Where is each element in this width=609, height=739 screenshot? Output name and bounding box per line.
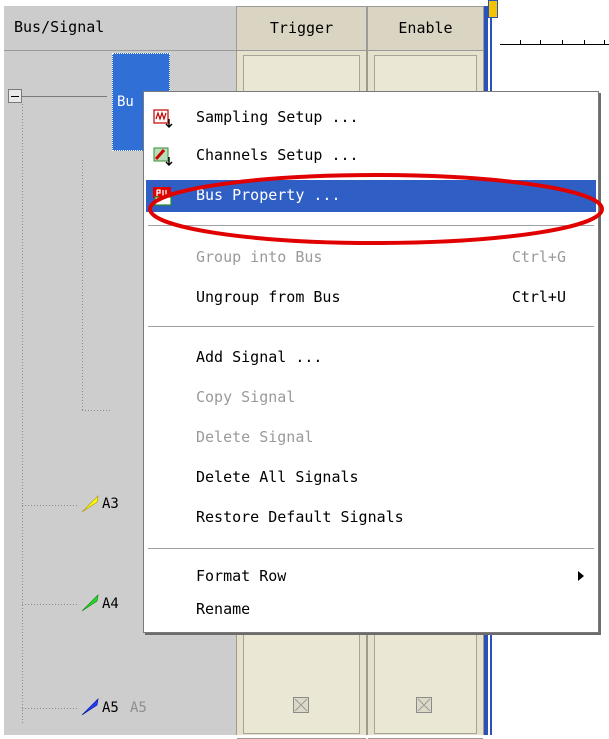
tree-guide-line bbox=[82, 160, 83, 410]
menu-separator bbox=[148, 225, 594, 229]
menu-item-restore-default-signals[interactable]: Restore Default Signals bbox=[146, 502, 596, 534]
menu-item-delete-all-signals[interactable]: Delete All Signals bbox=[146, 462, 596, 494]
bus-signal-column-header[interactable]: Bus/Signal bbox=[4, 6, 236, 51]
menu-item-add-signal[interactable]: Add Signal ... bbox=[146, 342, 596, 374]
probe-icon bbox=[81, 494, 99, 513]
signal-row-a4[interactable] bbox=[80, 593, 100, 617]
trigger-header-label: Trigger bbox=[269, 19, 334, 37]
menu-item-label: Channels Setup ... bbox=[196, 146, 359, 164]
tree-guide-line bbox=[82, 410, 112, 411]
menu-item-label: Rename bbox=[196, 600, 251, 618]
sampling-icon bbox=[153, 109, 173, 128]
menu-item-bus-property[interactable]: Bus Property ... bbox=[146, 180, 596, 212]
trigger-disabled-icon[interactable] bbox=[293, 697, 309, 713]
menu-item-label: Restore Default Signals bbox=[196, 508, 404, 526]
signal-label-a3: A3 bbox=[102, 496, 119, 512]
ruler-tick bbox=[562, 40, 563, 45]
menu-item-shortcut: Ctrl+G bbox=[511, 248, 566, 266]
menu-item-delete-signal[interactable]: Delete Signal bbox=[146, 422, 596, 454]
menu-item-label: Ungroup from Bus bbox=[196, 288, 341, 306]
probe-icon bbox=[81, 697, 99, 716]
ruler-line bbox=[500, 44, 609, 45]
menu-item-copy-signal[interactable]: Copy Signal bbox=[146, 382, 596, 414]
submenu-arrow-icon bbox=[578, 571, 584, 581]
probe-icon bbox=[81, 593, 99, 612]
signal-label-a5: A5 bbox=[102, 700, 119, 716]
menu-item-label: Group into Bus bbox=[196, 248, 323, 266]
menu-item-label: Add Signal ... bbox=[196, 348, 323, 366]
collapse-toggle-icon[interactable] bbox=[8, 89, 22, 103]
signal-row-a5[interactable] bbox=[80, 697, 100, 721]
context-menu: Sampling Setup ... Channels Setup ... Bu… bbox=[143, 91, 599, 633]
enable-disabled-icon[interactable] bbox=[416, 697, 432, 713]
menu-separator bbox=[148, 548, 594, 552]
menu-item-label: Format Row bbox=[196, 567, 287, 585]
menu-item-label: Delete Signal bbox=[196, 428, 314, 446]
menu-separator bbox=[148, 326, 594, 330]
menu-item-shortcut: Ctrl+U bbox=[511, 288, 566, 306]
menu-item-label: Sampling Setup ... bbox=[196, 108, 359, 126]
tree-guide-line bbox=[22, 708, 77, 709]
bus-signal-header-label: Bus/Signal bbox=[14, 18, 105, 36]
ruler-tick bbox=[604, 40, 605, 45]
menu-item-label: Copy Signal bbox=[196, 388, 296, 406]
menu-item-sampling-setup[interactable]: Sampling Setup ... bbox=[146, 102, 596, 134]
menu-item-label: Delete All Signals bbox=[196, 468, 359, 486]
signal-row-a3[interactable] bbox=[80, 494, 100, 518]
menu-item-ungroup-from-bus[interactable]: Ungroup from Bus Ctrl+U bbox=[146, 282, 596, 314]
tree-guide-line bbox=[22, 104, 23, 724]
enable-header-label: Enable bbox=[398, 19, 453, 37]
time-cursor-marker[interactable] bbox=[488, 0, 498, 18]
ruler-tick bbox=[584, 40, 585, 45]
bus-row-label: Bu bbox=[117, 94, 134, 110]
tree-guide-line bbox=[22, 505, 77, 506]
menu-item-label: Bus Property ... bbox=[196, 186, 341, 204]
menu-item-group-into-bus[interactable]: Group into Bus Ctrl+G bbox=[146, 242, 596, 274]
menu-item-format-row[interactable]: Format Row bbox=[146, 561, 596, 593]
bus-property-icon bbox=[153, 187, 172, 206]
signal-alias-a5: A5 bbox=[130, 700, 147, 716]
tree-guide-line bbox=[22, 604, 77, 605]
ruler-tick bbox=[520, 40, 521, 45]
channels-icon bbox=[153, 147, 173, 166]
enable-column-header[interactable]: Enable bbox=[367, 6, 484, 51]
menu-item-rename[interactable]: Rename bbox=[146, 594, 596, 626]
signal-label-a4: A4 bbox=[102, 596, 119, 612]
tree-connector bbox=[22, 96, 107, 97]
trigger-column-header[interactable]: Trigger bbox=[236, 6, 367, 51]
ruler-tick bbox=[540, 40, 541, 45]
menu-item-channels-setup[interactable]: Channels Setup ... bbox=[146, 140, 596, 172]
